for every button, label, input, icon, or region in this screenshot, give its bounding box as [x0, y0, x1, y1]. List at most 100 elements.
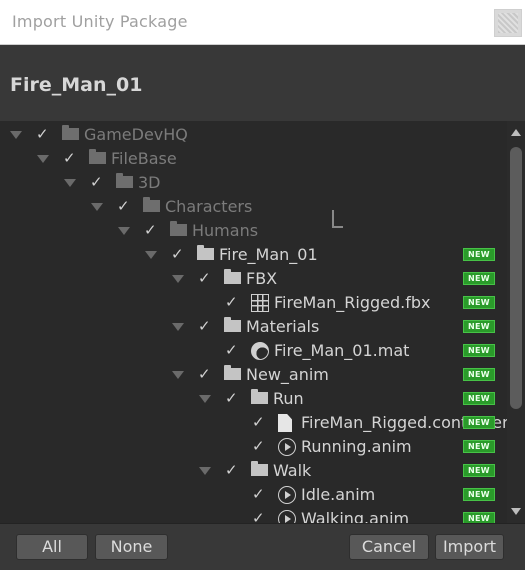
checkbox-checked[interactable]: ✓: [90, 173, 106, 191]
tree-row[interactable]: ✓ FBX NEW: [0, 267, 500, 291]
checkbox-checked[interactable]: ✓: [117, 197, 133, 215]
material-icon: [251, 342, 269, 360]
package-header: Fire_Man_01: [0, 45, 525, 121]
folder-icon: [170, 221, 187, 236]
title-bar: Import Unity Package: [0, 0, 525, 45]
vertical-scrollbar[interactable]: [507, 121, 525, 523]
new-badge: NEW: [463, 440, 495, 453]
new-badge: NEW: [463, 368, 495, 381]
tree-item-label: Fire_Man_01.mat: [274, 341, 410, 360]
foldout-arrow-icon[interactable]: [172, 371, 184, 379]
tree-row[interactable]: ✓ Fire_Man_01.mat NEW: [0, 339, 500, 363]
new-badge: NEW: [463, 464, 495, 477]
tree-row[interactable]: ✓ New_anim NEW: [0, 363, 500, 387]
tree-row[interactable]: ✓ Running.anim NEW: [0, 435, 500, 459]
tree-row[interactable]: ✓ FileBase: [0, 147, 500, 171]
tree-row[interactable]: ✓ Fire_Man_01 NEW: [0, 243, 500, 267]
tree-item-label: Idle.anim: [301, 485, 376, 504]
package-name: Fire_Man_01: [10, 74, 143, 96]
tree-row[interactable]: ✓ Characters: [0, 195, 500, 219]
cancel-button[interactable]: Cancel: [349, 534, 429, 560]
checkbox-checked[interactable]: ✓: [171, 245, 187, 263]
foldout-arrow-icon[interactable]: [91, 203, 103, 211]
tree-item-label: Materials: [246, 317, 320, 336]
tree-item-label: New_anim: [246, 365, 329, 384]
animation-clip-icon: [278, 510, 296, 523]
folder-icon: [62, 125, 79, 140]
foldout-arrow-icon[interactable]: [199, 395, 211, 403]
new-badge: NEW: [463, 248, 495, 261]
checkbox-checked[interactable]: ✓: [63, 149, 79, 167]
tree-item-label: Run: [273, 389, 304, 408]
folder-icon: [143, 197, 160, 212]
mesh-icon: [251, 294, 269, 312]
checkbox-checked[interactable]: ✓: [198, 317, 214, 335]
foldout-arrow-icon[interactable]: [172, 323, 184, 331]
tree-item-label: Running.anim: [301, 437, 412, 456]
window-title: Import Unity Package: [12, 12, 188, 31]
foldout-arrow-icon[interactable]: [199, 467, 211, 475]
checkbox-checked[interactable]: ✓: [144, 221, 160, 239]
foldout-arrow-icon[interactable]: [64, 179, 76, 187]
new-badge: NEW: [463, 512, 495, 523]
checkbox-checked[interactable]: ✓: [198, 365, 214, 383]
tree-item-label: 3D: [138, 173, 161, 192]
document-icon: [278, 414, 292, 432]
animation-clip-icon: [278, 486, 296, 504]
tree-item-label: Fire_Man_01: [219, 245, 318, 264]
footer-bar: All None Cancel Import: [0, 523, 525, 570]
folder-icon: [89, 149, 106, 164]
tree-row[interactable]: ✓ FireMan_Rigged.fbx NEW: [0, 291, 500, 315]
checkbox-checked[interactable]: ✓: [198, 269, 214, 287]
tree-item-label: GameDevHQ: [84, 125, 188, 144]
foldout-arrow-icon[interactable]: [172, 275, 184, 283]
scroll-thumb[interactable]: [510, 147, 522, 409]
asset-tree: ✓ GameDevHQ ✓ FileBase ✓ 3D ✓ Characters ✓ Humans…: [0, 121, 525, 523]
mouse-cursor-icon: [331, 210, 345, 232]
foldout-arrow-icon[interactable]: [10, 131, 22, 139]
folder-icon: [224, 317, 241, 332]
new-badge: NEW: [463, 272, 495, 285]
select-none-button[interactable]: None: [95, 534, 168, 560]
new-badge: NEW: [463, 320, 495, 333]
checkbox-checked[interactable]: ✓: [225, 461, 241, 479]
checkbox-checked[interactable]: ✓: [225, 341, 241, 359]
foldout-arrow-icon[interactable]: [118, 227, 130, 235]
folder-icon: [251, 389, 268, 404]
import-button[interactable]: Import: [435, 534, 504, 560]
checkbox-checked[interactable]: ✓: [225, 389, 241, 407]
tree-row[interactable]: ✓ Walk NEW: [0, 459, 500, 483]
foldout-arrow-icon[interactable]: [145, 251, 157, 259]
tree-row[interactable]: ✓ Walking.anim NEW: [0, 507, 500, 523]
folder-icon: [197, 245, 214, 260]
new-badge: NEW: [463, 416, 495, 429]
tree-row[interactable]: ✓ Idle.anim NEW: [0, 483, 500, 507]
scroll-up-arrow-icon[interactable]: [511, 129, 521, 136]
tree-item-label: FileBase: [111, 149, 177, 168]
folder-icon: [251, 461, 268, 476]
tree-row[interactable]: ✓ GameDevHQ: [0, 123, 500, 147]
scroll-down-arrow-icon[interactable]: [511, 508, 521, 515]
tree-item-label: FBX: [246, 269, 278, 288]
tree-row[interactable]: ✓ FireMan_Rigged.controller NEW: [0, 411, 509, 435]
checkbox-checked[interactable]: ✓: [252, 437, 268, 455]
new-badge: NEW: [463, 488, 495, 501]
animation-clip-icon: [278, 438, 296, 456]
folder-icon: [116, 173, 133, 188]
select-all-button[interactable]: All: [16, 534, 88, 560]
new-badge: NEW: [463, 392, 495, 405]
foldout-arrow-icon[interactable]: [37, 155, 49, 163]
tree-item-label: Humans: [192, 221, 259, 240]
checkbox-checked[interactable]: ✓: [36, 125, 52, 143]
tree-row[interactable]: ✓ Run NEW: [0, 387, 500, 411]
close-button[interactable]: [494, 9, 522, 37]
checkbox-checked[interactable]: ✓: [252, 485, 268, 503]
tree-row[interactable]: ✓ 3D: [0, 171, 500, 195]
tree-row[interactable]: ✓ Materials NEW: [0, 315, 500, 339]
folder-icon: [224, 365, 241, 380]
checkbox-checked[interactable]: ✓: [252, 413, 268, 431]
checkbox-checked[interactable]: ✓: [225, 293, 241, 311]
checkbox-checked[interactable]: ✓: [252, 509, 268, 523]
tree-row[interactable]: ✓ Humans: [0, 219, 500, 243]
new-badge: NEW: [463, 344, 495, 357]
